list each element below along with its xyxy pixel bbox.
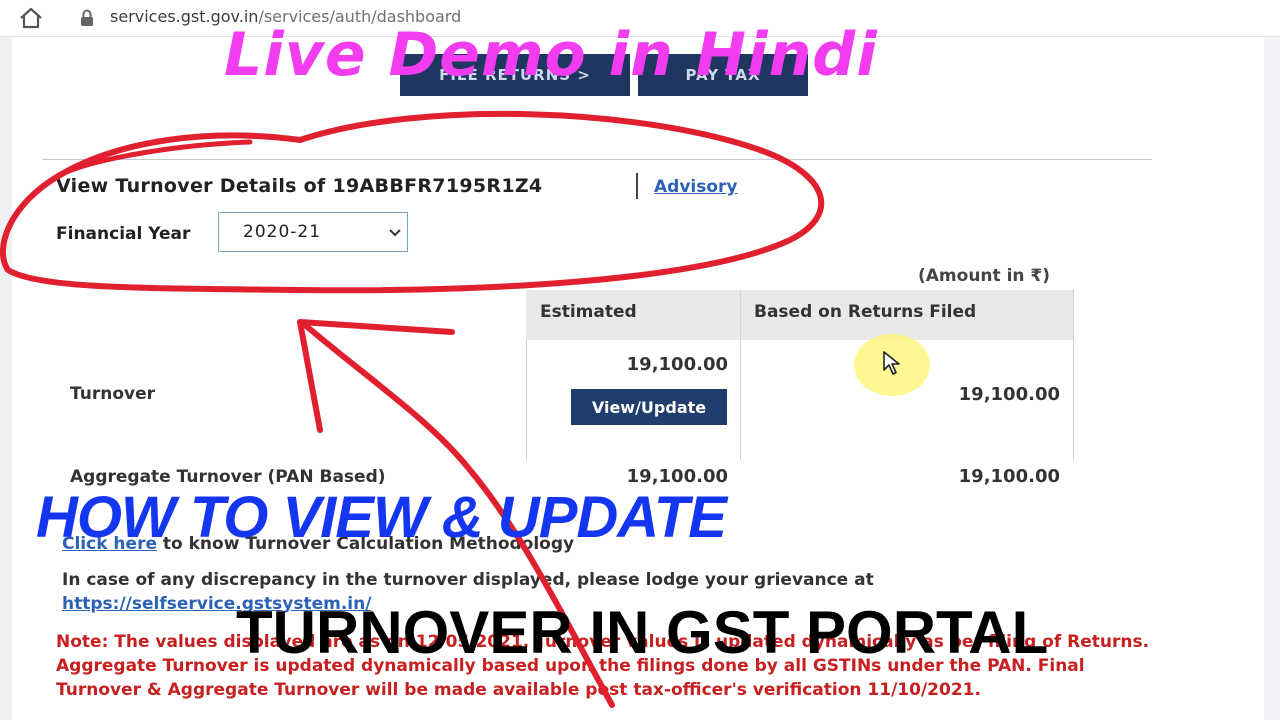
section-divider (42, 159, 1152, 160)
home-icon[interactable] (18, 6, 44, 30)
col-header-estimated: Estimated (526, 290, 740, 340)
financial-year-select[interactable]: 2020-21 (218, 212, 408, 252)
title-separator (636, 173, 638, 199)
lock-icon (81, 9, 93, 26)
col-header-returns: Based on Returns Filed (740, 290, 1074, 340)
aggregate-returns-value: 19,100.00 (958, 466, 1060, 487)
amount-unit-note: (Amount in ₹) (918, 266, 1051, 286)
table-grid-line (1073, 290, 1074, 460)
discrepancy-text: In case of any discrepancy in the turnov… (62, 570, 874, 590)
turnover-portal-overlay: TURNOVER IN GST PORTAL (236, 599, 1049, 666)
table-grid-line (526, 340, 527, 460)
financial-year-value: 2020-21 (243, 222, 322, 242)
right-scroll-rail[interactable] (1264, 37, 1280, 720)
mouse-pointer-icon (883, 351, 900, 375)
advisory-link[interactable]: Advisory (654, 177, 738, 197)
how-to-overlay: HOW TO VIEW & UPDATE (36, 485, 727, 550)
chevron-down-icon (389, 229, 401, 237)
row-label-turnover: Turnover (70, 384, 155, 404)
view-update-button[interactable]: View/Update (571, 389, 727, 425)
turnover-details-title: View Turnover Details of 19ABBFR7195R1Z4 (56, 175, 543, 197)
turnover-estimated-value: 19,100.00 (626, 354, 728, 375)
financial-year-label: Financial Year (56, 224, 191, 244)
col-header-returns-label: Based on Returns Filed (754, 302, 977, 322)
live-demo-overlay: Live Demo in Hindi (224, 20, 878, 90)
left-scroll-rail (0, 37, 12, 720)
table-grid-line (740, 290, 741, 460)
col-header-estimated-label: Estimated (540, 302, 637, 322)
